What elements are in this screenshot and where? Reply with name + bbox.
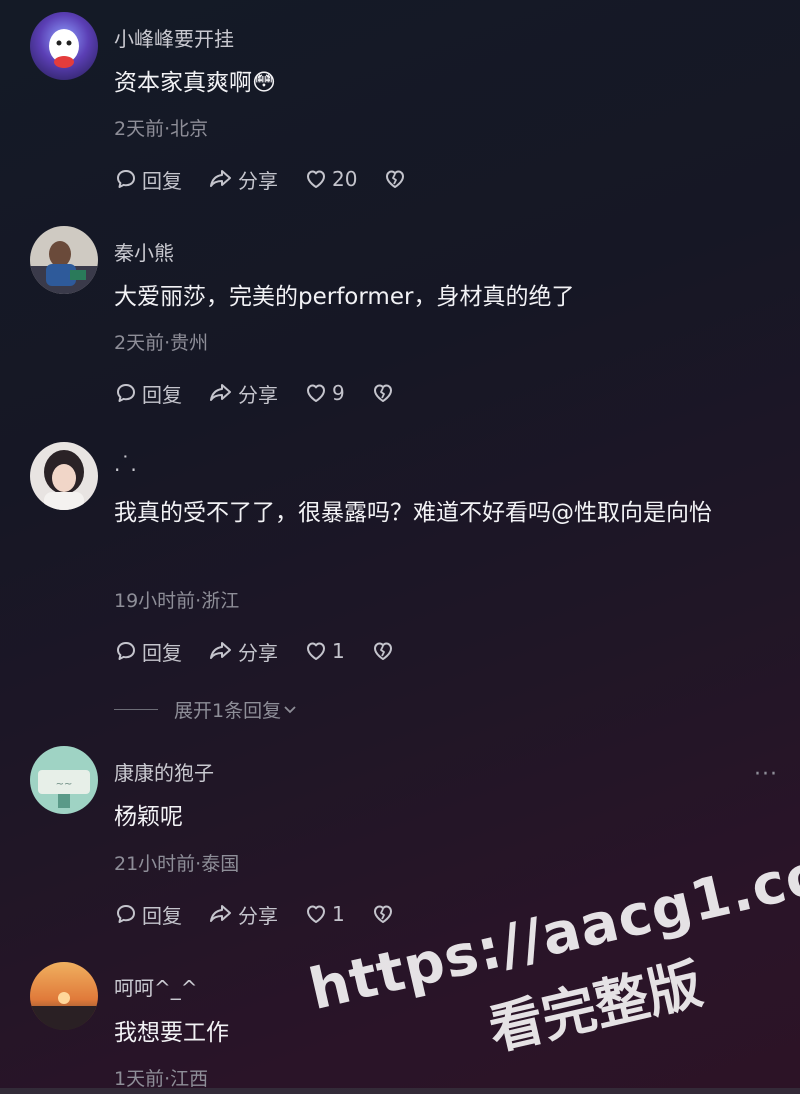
comment-meta: 19小时前·浙江 <box>114 590 240 612</box>
heart-outline-icon <box>307 905 325 923</box>
like-button[interactable]: 1 <box>304 639 345 663</box>
share-button[interactable]: 分享 <box>208 637 278 666</box>
like-count: 1 <box>332 902 345 926</box>
reply-button[interactable]: 回复 <box>114 637 182 666</box>
reply-button[interactable]: 回复 <box>114 900 182 929</box>
comment-text: 我真的受不了了，很暴露吗？难道不好看吗@性取向是向怡 <box>114 500 712 526</box>
share-arrow-icon <box>210 384 231 401</box>
like-button[interactable]: 1 <box>304 902 345 926</box>
broken-heart-icon <box>373 384 392 402</box>
dislike-button[interactable] <box>371 639 395 663</box>
avatar[interactable] <box>30 12 98 80</box>
dislike-button[interactable] <box>371 381 395 405</box>
comment-actions: 回复 分享 9 <box>114 378 421 408</box>
share-label: 分享 <box>238 168 278 193</box>
share-button[interactable]: 分享 <box>208 379 278 408</box>
share-label: 分享 <box>238 382 278 407</box>
share-button[interactable]: 分享 <box>208 165 278 194</box>
comment-meta: 2天前·贵州 <box>114 332 209 354</box>
username[interactable]: .˙. <box>114 452 137 476</box>
avatar[interactable] <box>30 962 98 1030</box>
expand-replies-button[interactable]: 展开1条回复 <box>114 696 299 723</box>
broken-heart-icon <box>373 642 392 660</box>
comment-bubble-icon <box>117 642 135 660</box>
avatar[interactable] <box>30 442 98 510</box>
reply-label: 回复 <box>142 640 182 665</box>
dislike-button[interactable] <box>383 167 407 191</box>
share-label: 分享 <box>238 640 278 665</box>
share-button[interactable]: 分享 <box>208 900 278 929</box>
svg-text:~~: ~~ <box>56 779 73 790</box>
comment-text: 资本家真爽啊😳 <box>114 62 774 104</box>
reply-label: 回复 <box>142 168 182 193</box>
heart-outline-icon <box>307 384 325 402</box>
comment-bubble-icon <box>117 905 135 923</box>
username[interactable]: 康康的狍子 <box>114 757 214 786</box>
comment-bubble-icon <box>117 170 135 188</box>
comment-text: 大爱丽莎，完美的performer，身材真的绝了 <box>114 284 575 310</box>
reply-label: 回复 <box>142 903 182 928</box>
chevron-down-icon <box>284 705 296 713</box>
comment-actions: 回复 分享 1 <box>114 899 421 929</box>
share-arrow-icon <box>210 905 231 922</box>
like-button[interactable]: 20 <box>304 167 357 191</box>
broken-heart-icon <box>386 170 405 188</box>
avatar[interactable] <box>30 226 98 294</box>
like-count: 20 <box>332 167 358 191</box>
share-arrow-icon <box>210 170 231 187</box>
expand-replies-label: 展开1条回复 <box>174 700 282 722</box>
comment-text-content: 资本家真爽啊 <box>114 70 252 96</box>
comment-meta: 1天前·江西 <box>114 1068 209 1090</box>
divider <box>114 709 158 710</box>
avatar[interactable]: ~~ <box>30 746 98 814</box>
username[interactable]: 呵呵^_^ <box>114 972 198 1001</box>
reply-button[interactable]: 回复 <box>114 165 182 194</box>
flushed-face-icon: 😳 <box>252 70 276 96</box>
comment-actions: 回复 分享 1 <box>114 636 421 666</box>
broken-heart-icon <box>373 905 392 923</box>
reply-label: 回复 <box>142 382 182 407</box>
heart-outline-icon <box>307 170 325 188</box>
comment-text: 杨颖呢 <box>114 804 183 830</box>
share-label: 分享 <box>238 903 278 928</box>
dislike-button[interactable] <box>371 902 395 926</box>
comment-meta: 21小时前·泰国 <box>114 853 240 875</box>
reply-button[interactable]: 回复 <box>114 379 182 408</box>
comment-actions: 回复 分享 20 <box>114 164 433 194</box>
more-options-icon[interactable]: ··· <box>754 762 778 787</box>
username[interactable]: 小峰峰要开挂 <box>114 23 234 52</box>
share-arrow-icon <box>210 642 231 659</box>
home-indicator <box>0 1088 800 1094</box>
username[interactable]: 秦小熊 <box>114 237 174 266</box>
heart-outline-icon <box>307 642 325 660</box>
like-button[interactable]: 9 <box>304 381 345 405</box>
comment-meta: 2天前·北京 <box>114 118 209 140</box>
comment-bubble-icon <box>117 384 135 402</box>
like-count: 1 <box>332 639 345 663</box>
like-count: 9 <box>332 381 345 405</box>
